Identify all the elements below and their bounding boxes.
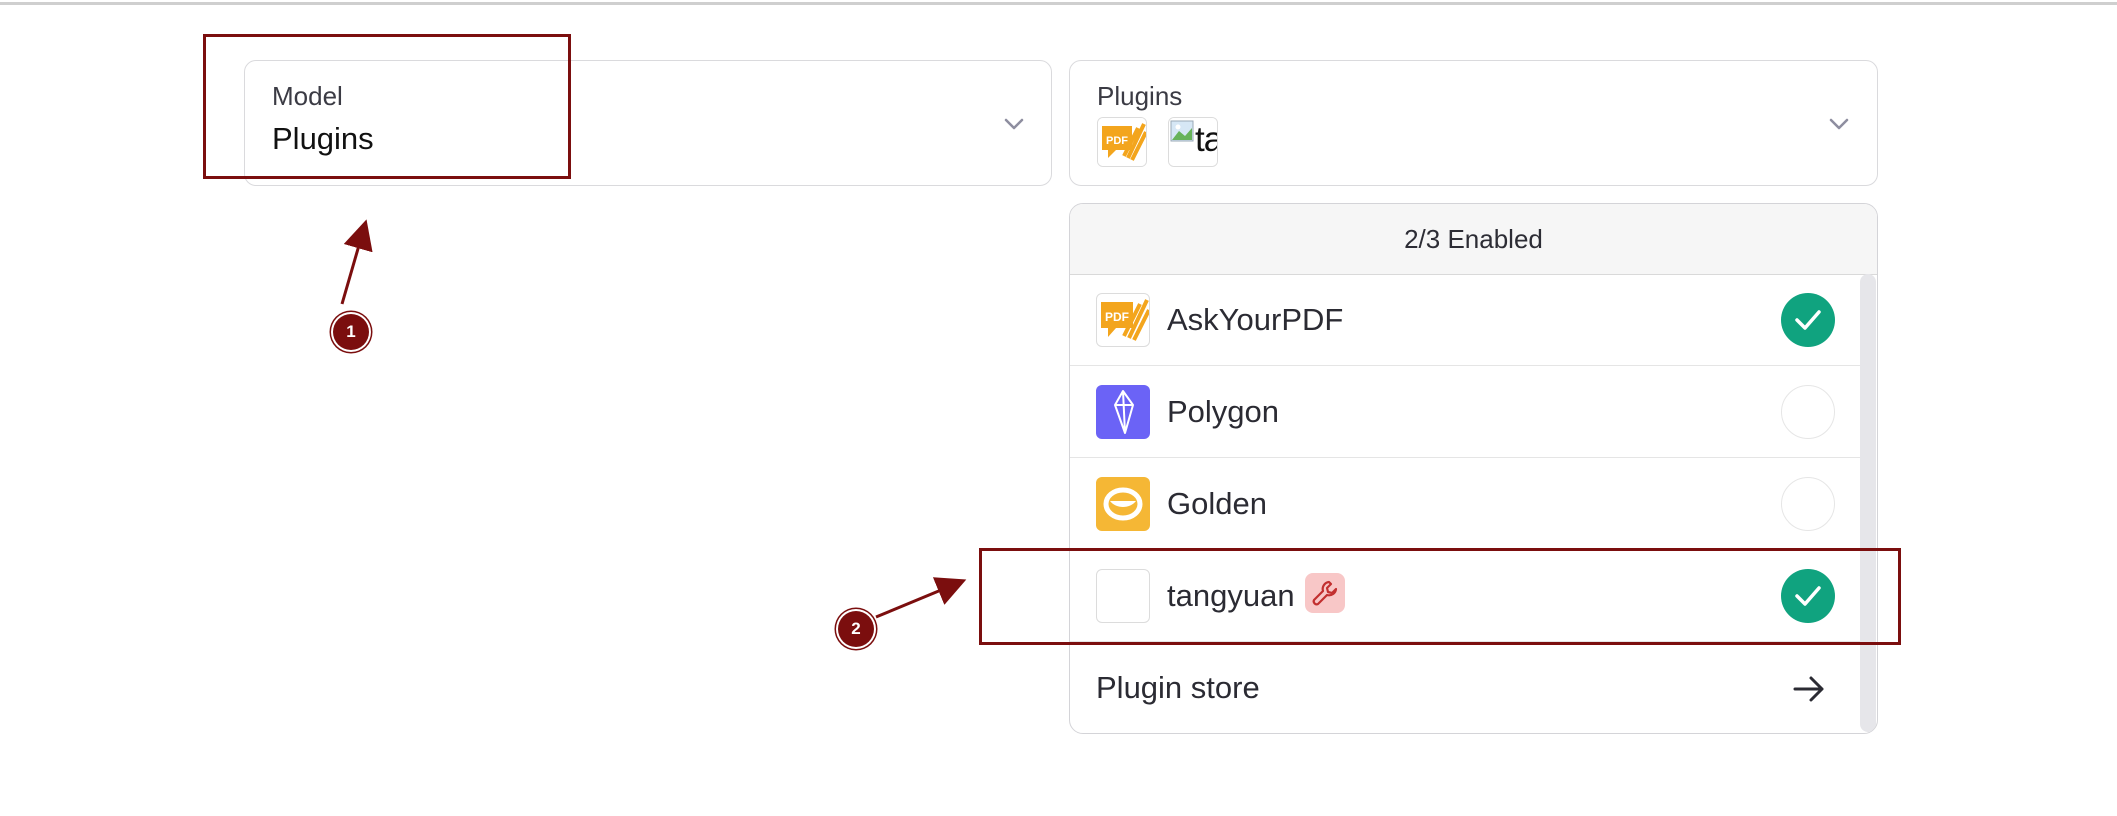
plugin-store-link[interactable]: Plugin store bbox=[1070, 642, 1860, 733]
annotation-box-1 bbox=[203, 34, 571, 179]
plugin-item-askyourpdf[interactable]: PDF AskYourPDF bbox=[1070, 274, 1860, 366]
polygon-logo bbox=[1096, 385, 1150, 439]
broken-image-alt-text: ta bbox=[1195, 120, 1217, 159]
plugin-item-polygon[interactable]: Polygon bbox=[1070, 366, 1860, 458]
annotation-badge-2: 2 bbox=[838, 611, 874, 647]
annotation-box-2 bbox=[979, 548, 1901, 645]
chevron-down-icon[interactable] bbox=[1826, 111, 1852, 137]
annotation-arrow-2 bbox=[875, 577, 967, 619]
dropdown-scrollbar[interactable] bbox=[1860, 274, 1876, 732]
plugins-selector[interactable]: Plugins PDF ta bbox=[1069, 60, 1878, 186]
enabled-count-header: 2/3 Enabled bbox=[1070, 204, 1877, 275]
disabled-check-circle[interactable] bbox=[1781, 385, 1835, 439]
enabled-check-icon[interactable] bbox=[1781, 293, 1835, 347]
plugin-name: Polygon bbox=[1167, 394, 1280, 429]
svg-text:PDF: PDF bbox=[1105, 310, 1129, 324]
plugin-store-label: Plugin store bbox=[1096, 670, 1260, 705]
svg-text:PDF: PDF bbox=[1106, 135, 1128, 147]
annotation-arrow-1 bbox=[340, 219, 373, 305]
top-divider bbox=[0, 0, 2117, 5]
askyourpdf-logo: PDF bbox=[1097, 117, 1147, 167]
chevron-down-icon[interactable] bbox=[1001, 111, 1027, 137]
broken-image-icon: ta bbox=[1168, 117, 1218, 167]
golden-logo bbox=[1096, 477, 1150, 531]
plugin-dropdown: 2/3 Enabled PDF AskYourPDF Polygon Golde… bbox=[1069, 203, 1878, 734]
plugin-name: AskYourPDF bbox=[1167, 302, 1344, 337]
disabled-check-circle[interactable] bbox=[1781, 477, 1835, 531]
annotation-badge-1: 1 bbox=[333, 314, 369, 350]
askyourpdf-logo: PDF bbox=[1096, 293, 1150, 347]
plugin-name: Golden bbox=[1167, 486, 1267, 521]
plugin-item-golden[interactable]: Golden bbox=[1070, 458, 1860, 550]
plugins-selector-label: Plugins bbox=[1097, 81, 1183, 111]
arrow-right-icon bbox=[1792, 672, 1826, 711]
